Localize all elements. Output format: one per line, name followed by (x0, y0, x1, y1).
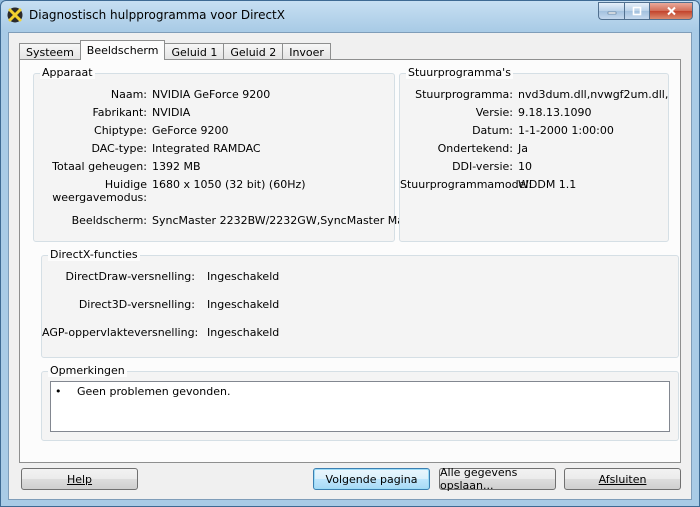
device-chiptype-label: Chiptype: (94, 124, 147, 137)
notes-list-item: • Geen problemen gevonden. (55, 385, 230, 398)
driver-date-label: Datum: (472, 124, 513, 137)
drivers-group-title: Stuurprogramma's (406, 66, 513, 79)
device-name-value: NVIDIA GeForce 9200 (152, 88, 271, 101)
driver-version-label: Versie: (475, 106, 513, 119)
tab-beeldscherm[interactable]: Beeldscherm (79, 40, 166, 60)
device-name-label: Naam: (110, 88, 147, 101)
next-page-button[interactable]: Volgende pagina (313, 468, 430, 490)
dxdiag-window: Diagnostisch hulpprogramma voor DirectX … (0, 0, 700, 507)
notes-group-title: Opmerkingen (48, 364, 127, 377)
bullet-icon: • (55, 385, 62, 398)
title-bar[interactable]: Diagnostisch hulpprogramma voor DirectX (1, 1, 699, 31)
directx-icon (7, 7, 23, 23)
device-group: Apparaat Naam: NVIDIA GeForce 9200 Fabri… (33, 66, 420, 242)
close-window-button[interactable] (649, 2, 693, 20)
help-button-label: Help (66, 472, 93, 486)
tab-strip: Systeem Beeldscherm Geluid 1 Geluid 2 In… (19, 40, 331, 60)
next-page-button-label: Volgende pagina (325, 472, 418, 486)
device-memory-value: 1392 MB (152, 160, 201, 173)
device-display-mode-value: 1680 x 1050 (32 bit) (60Hz) (152, 178, 306, 191)
feature-direct3d-label: Direct3D-versnelling: (78, 298, 195, 311)
device-display-mode-label-2: weergavemodus: (52, 191, 147, 204)
maximize-button[interactable] (624, 2, 649, 20)
driver-files-value: nvd3dum.dll,nvwgf2um.dll,nvwgf2i (518, 88, 668, 101)
help-button[interactable]: Help (21, 468, 138, 490)
dialog-client: Systeem Beeldscherm Geluid 1 Geluid 2 In… (8, 32, 692, 500)
directx-features-title: DirectX-functies (48, 248, 140, 261)
window-controls (598, 2, 693, 20)
notes-textbox[interactable]: • Geen problemen gevonden. (50, 381, 670, 432)
driver-ddi-value: 10 (518, 160, 532, 173)
minimize-button[interactable] (598, 2, 624, 20)
exit-button-label: Afsluiten (598, 472, 647, 486)
device-manufacturer-label: Fabrikant: (92, 106, 147, 119)
window-title: Diagnostisch hulpprogramma voor DirectX (29, 8, 285, 22)
driver-ddi-label: DDI-versie: (452, 160, 513, 173)
close-icon (666, 6, 676, 16)
drivers-group: Stuurprogramma's Stuurprogramma: nvd3dum… (399, 66, 669, 242)
display-tab-panel: Apparaat Naam: NVIDIA GeForce 9200 Fabri… (19, 59, 681, 463)
minimize-icon (607, 11, 616, 15)
device-chiptype-value: GeForce 9200 (152, 124, 229, 137)
maximize-icon (632, 6, 642, 16)
tab-invoer[interactable]: Invoer (282, 43, 331, 60)
feature-agp-label: AGP-oppervlakteversnelling: (42, 326, 199, 339)
device-monitor-label: Beeldscherm: (71, 214, 147, 227)
notes-group: Opmerkingen • Geen problemen gevonden. (41, 364, 679, 441)
tab-geluid-2[interactable]: Geluid 2 (223, 43, 284, 60)
device-display-mode-label-1: Huidige (104, 178, 147, 191)
driver-files-label: Stuurprogramma: (415, 88, 513, 101)
notes-item-text: Geen problemen gevonden. (77, 385, 231, 398)
feature-direct3d-value: Ingeschakeld (207, 298, 280, 311)
directx-features-group: DirectX-functies DirectDraw-versnelling:… (41, 248, 679, 358)
driver-date-value: 1-1-2000 1:00:00 (518, 124, 614, 137)
tab-systeem[interactable]: Systeem (19, 43, 81, 60)
device-manufacturer-value: NVIDIA (152, 106, 191, 119)
driver-signed-value: Ja (518, 142, 528, 155)
driver-version-value: 9.18.13.1090 (518, 106, 592, 119)
device-memory-label: Totaal geheugen: (52, 160, 147, 173)
driver-signed-label: Ondertekend: (437, 142, 513, 155)
save-all-button[interactable]: Alle gegevens opslaan... (439, 466, 556, 492)
device-group-title: Apparaat (40, 66, 95, 79)
feature-directdraw-value: Ingeschakeld (207, 270, 280, 283)
feature-agp-value: Ingeschakeld (207, 326, 280, 339)
device-dac-value: Integrated RAMDAC (152, 142, 261, 155)
exit-button[interactable]: Afsluiten (564, 468, 681, 490)
tab-geluid-1[interactable]: Geluid 1 (164, 43, 225, 60)
device-monitor-value: SyncMaster 2232BW/2232GW,SyncMaster Magi… (152, 214, 421, 227)
device-dac-label: DAC-type: (91, 142, 147, 155)
feature-directdraw-label: DirectDraw-versnelling: (65, 270, 195, 283)
driver-model-label: Stuurprogrammamodel: (400, 178, 533, 191)
driver-model-value: WDDM 1.1 (518, 178, 577, 191)
save-all-button-label: Alle gegevens opslaan... (440, 466, 518, 492)
